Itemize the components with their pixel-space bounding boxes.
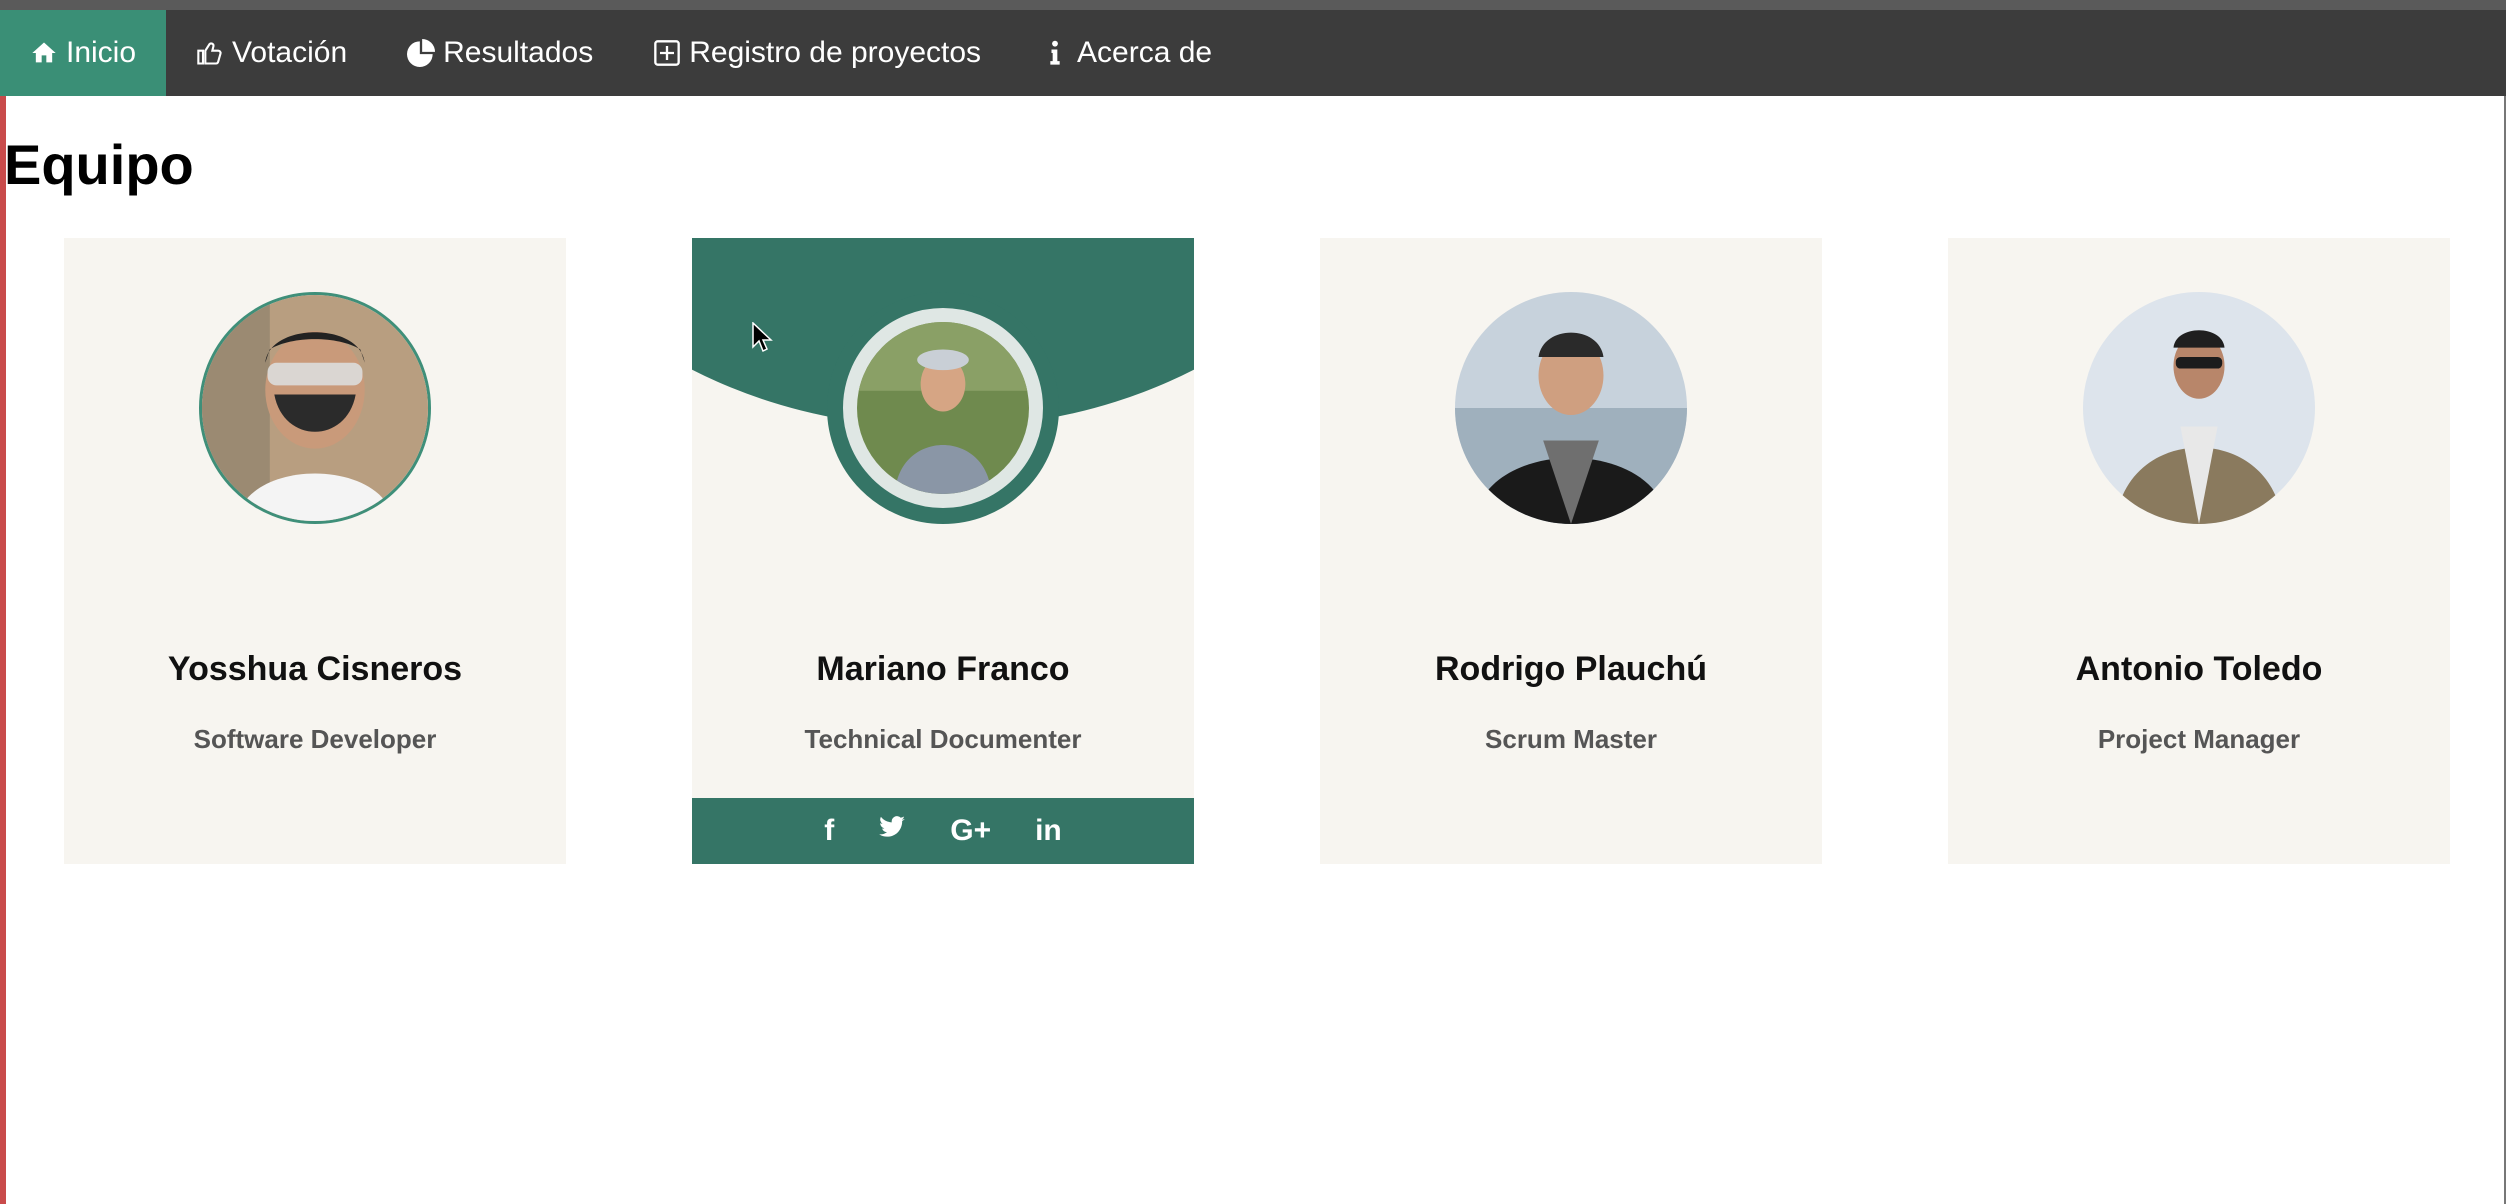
team-card-rodrigo[interactable]: Rodrigo Plauchú Scrum Master xyxy=(1320,238,1822,864)
nav-item-votacion[interactable]: Votación xyxy=(166,10,377,96)
nav-label: Votación xyxy=(232,36,348,69)
member-role: Scrum Master xyxy=(1485,724,1657,754)
member-role: Software Developer xyxy=(193,724,437,754)
member-name: Yosshua Cisneros xyxy=(167,650,463,688)
member-name: Antonio Toledo xyxy=(2075,650,2323,688)
social-links-bar: f G+ in xyxy=(692,798,1194,864)
avatar xyxy=(2083,292,2315,524)
nav-label: Resultados xyxy=(443,36,594,69)
nav-item-inicio[interactable]: Inicio xyxy=(0,10,167,96)
linkedin-icon[interactable]: in xyxy=(1035,814,1062,848)
team-card-antonio[interactable]: Antonio Toledo Project Manager xyxy=(1948,238,2450,864)
page-title: Equipo xyxy=(4,133,194,196)
home-icon xyxy=(32,42,56,63)
google-plus-icon[interactable]: G+ xyxy=(950,814,991,848)
nav-item-resultados[interactable]: Resultados xyxy=(377,10,623,96)
mouse-cursor-icon xyxy=(752,322,773,353)
member-name: Rodrigo Plauchú xyxy=(1435,650,1707,688)
nav-label: Inicio xyxy=(66,36,137,69)
avatar xyxy=(1455,292,1687,524)
member-role: Project Manager xyxy=(2097,724,2301,754)
window-left-border xyxy=(0,96,6,1204)
twitter-icon[interactable] xyxy=(878,813,906,849)
main-navbar: Inicio Votación Resultados Registro de p… xyxy=(0,10,2506,96)
pie-chart-icon xyxy=(407,39,436,67)
avatar xyxy=(199,292,431,524)
nav-label: Acerca de xyxy=(1077,36,1213,69)
window-top-strip xyxy=(0,0,2506,10)
info-icon xyxy=(1050,40,1060,65)
member-name: Mariano Franco xyxy=(816,650,1070,688)
avatar xyxy=(827,292,1059,524)
facebook-icon[interactable]: f xyxy=(824,814,834,848)
thumbs-up-icon xyxy=(197,42,222,65)
plus-square-icon xyxy=(654,40,681,66)
nav-label: Registro de proyectos xyxy=(689,36,982,69)
nav-item-acerca[interactable]: Acerca de xyxy=(1011,10,1242,96)
team-card-yosshua[interactable]: Yosshua Cisneros Software Developer xyxy=(64,238,566,864)
nav-item-registro[interactable]: Registro de proyectos xyxy=(623,10,1011,96)
member-role: Technical Documenter xyxy=(804,724,1082,754)
